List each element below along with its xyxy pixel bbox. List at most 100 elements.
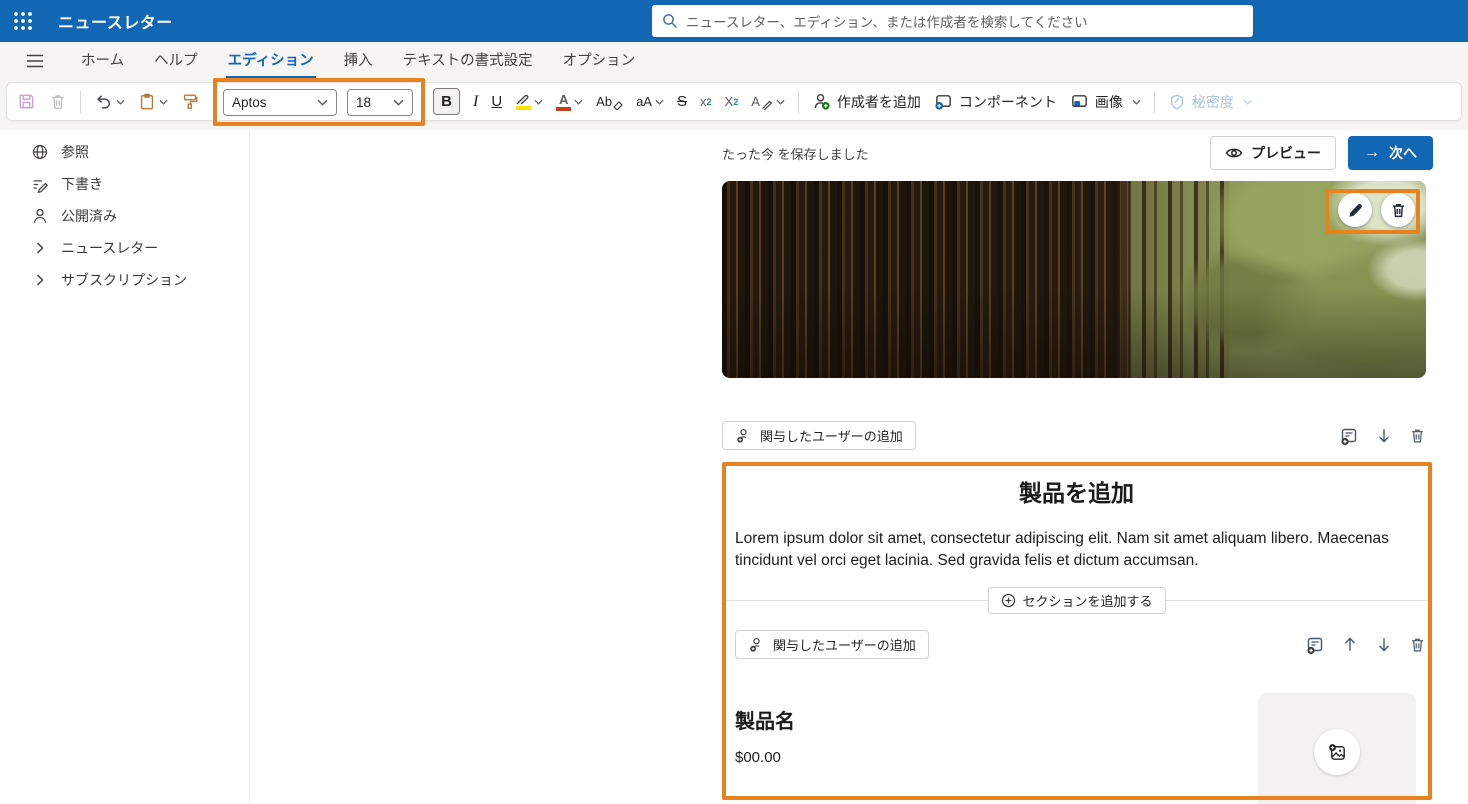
chevron-right-icon <box>30 242 50 254</box>
trash-icon <box>1390 201 1407 219</box>
search-placeholder-text: ニュースレター、エディション、または作成者を検索してください <box>686 11 1088 31</box>
chevron-down-icon <box>1132 99 1141 105</box>
sensitivity-button: 秘密度 <box>1168 92 1252 112</box>
sidebar-item-drafts[interactable]: 下書き <box>0 168 249 200</box>
section-controls <box>1305 635 1426 655</box>
format-painter-icon[interactable] <box>181 92 199 111</box>
menu-bar: ホーム ヘルプ エディション 挿入 テキストの書式設定 オプション <box>0 42 1468 79</box>
chevron-down-icon <box>534 99 543 105</box>
app-title: ニュースレター <box>58 9 173 33</box>
hero-image[interactable] <box>722 181 1426 378</box>
sidebar-item-label: ニュースレター <box>61 238 158 258</box>
person-add-icon <box>735 427 752 444</box>
move-down-icon[interactable] <box>1375 426 1393 445</box>
clear-format-button[interactable]: Ab <box>596 94 623 110</box>
save-icon <box>17 92 36 111</box>
paste-button[interactable] <box>138 92 168 111</box>
chevron-down-icon <box>393 99 404 106</box>
chevron-down-icon <box>776 99 785 105</box>
underline-button[interactable]: U <box>491 93 502 110</box>
add-section-divider: セクションを追加する <box>722 587 1431 614</box>
chevron-down-icon <box>574 99 583 105</box>
app-launcher-icon[interactable] <box>0 0 46 42</box>
arrow-right-icon: → <box>1364 144 1380 162</box>
editor-canvas: たった今 を保存しました プレビュー → 次へ <box>722 120 1434 804</box>
add-engaged-users-button[interactable]: 関与したユーザーの追加 <box>722 421 916 450</box>
save-status: たった今 を保存しました <box>722 144 869 163</box>
add-author-button[interactable]: 作成者を追加 <box>812 92 921 112</box>
font-color-button[interactable]: A <box>556 93 583 111</box>
next-button[interactable]: → 次へ <box>1348 136 1433 170</box>
sidebar-item-subscription[interactable]: サブスクリプション <box>0 264 249 296</box>
person-icon <box>30 207 50 225</box>
person-add-icon <box>812 92 831 111</box>
person-add-icon <box>748 636 765 653</box>
image-tools <box>1338 193 1415 227</box>
status-row: たった今 を保存しました プレビュー → 次へ <box>722 134 1433 172</box>
add-engaged-users-button[interactable]: 関与したユーザーの追加 <box>735 630 929 659</box>
product-section-body[interactable]: Lorem ipsum dolor sit amet, consectetur … <box>735 528 1421 572</box>
image-button[interactable]: 画像 <box>1070 92 1141 112</box>
font-size-value: 18 <box>356 95 371 110</box>
sidebar-item-label: 下書き <box>61 174 103 194</box>
chevron-right-icon <box>30 274 50 286</box>
tab-home[interactable]: ホーム <box>79 42 126 79</box>
product-section: 製品を追加 Lorem ipsum dolor sit amet, consec… <box>722 462 1431 804</box>
sidebar-item-browse[interactable]: 参照 <box>0 136 249 168</box>
chevron-down-icon <box>655 99 664 105</box>
image-icon <box>1070 92 1089 111</box>
sidebar-item-label: サブスクリプション <box>61 270 187 290</box>
search-box[interactable]: ニュースレター、エディション、または作成者を検索してください <box>652 5 1253 37</box>
change-case-button[interactable]: aA <box>636 94 664 109</box>
pencil-icon <box>1347 202 1364 219</box>
chevron-down-icon <box>116 99 125 105</box>
delete-icon <box>49 92 67 111</box>
tab-insert[interactable]: 挿入 <box>342 42 375 79</box>
tab-options[interactable]: オプション <box>561 42 638 79</box>
move-down-icon[interactable] <box>1375 635 1393 654</box>
add-section-button[interactable]: セクションを追加する <box>987 587 1165 614</box>
move-up-icon[interactable] <box>1341 635 1359 654</box>
component-icon <box>934 92 953 111</box>
bold-button[interactable]: B <box>433 88 460 115</box>
sidebar-item-label: 公開済み <box>61 206 117 226</box>
font-name-value: Aptos <box>232 95 267 110</box>
format-pen-button[interactable]: A <box>751 94 785 110</box>
section-controls <box>1339 426 1426 446</box>
component-button[interactable]: コンポーネント <box>934 92 1057 112</box>
globe-icon <box>30 143 50 161</box>
italic-button[interactable]: I <box>473 93 478 111</box>
product-image-placeholder[interactable] <box>1258 693 1416 804</box>
tab-help[interactable]: ヘルプ <box>152 42 200 79</box>
ribbon-toolbar: Aptos 18 B I U A <box>6 82 1462 121</box>
section-action-row: 関与したユーザーの追加 <box>735 630 1426 659</box>
sidebar-item-newsletter[interactable]: ニュースレター <box>0 232 249 264</box>
undo-button[interactable] <box>94 92 125 111</box>
image-add-icon <box>1327 742 1348 763</box>
sidebar-item-published[interactable]: 公開済み <box>0 200 249 232</box>
delete-image-button[interactable] <box>1381 193 1415 227</box>
font-size-select[interactable]: 18 <box>347 89 413 116</box>
add-card-icon[interactable] <box>1339 426 1359 446</box>
edit-image-button[interactable] <box>1338 193 1372 227</box>
subscript-button[interactable]: X2 <box>725 94 739 109</box>
delete-section-icon[interactable] <box>1409 426 1426 445</box>
add-card-icon[interactable] <box>1305 635 1325 655</box>
chevron-down-icon <box>159 99 168 105</box>
draft-icon <box>30 175 50 193</box>
app-window: ニュースレター ニュースレター、エディション、または作成者を検索してください ホ… <box>0 0 1468 804</box>
add-product-image-button[interactable] <box>1314 729 1360 775</box>
tab-edition[interactable]: エディション <box>226 42 316 79</box>
preview-button[interactable]: プレビュー <box>1210 136 1336 170</box>
superscript-button[interactable]: x2 <box>700 94 712 109</box>
font-name-select[interactable]: Aptos <box>223 89 337 116</box>
sidebar: 参照 下書き 公開済み ニュースレター <box>0 130 250 804</box>
highlight-color-button[interactable] <box>515 94 543 110</box>
strikethrough-button[interactable]: S <box>677 93 687 110</box>
hamburger-icon[interactable] <box>16 42 54 79</box>
product-section-title[interactable]: 製品を追加 <box>722 462 1431 508</box>
top-app-bar: ニュースレター ニュースレター、エディション、または作成者を検索してください <box>0 0 1468 42</box>
search-icon <box>662 13 678 29</box>
delete-section-icon[interactable] <box>1409 635 1426 654</box>
tab-text-format[interactable]: テキストの書式設定 <box>401 42 535 79</box>
